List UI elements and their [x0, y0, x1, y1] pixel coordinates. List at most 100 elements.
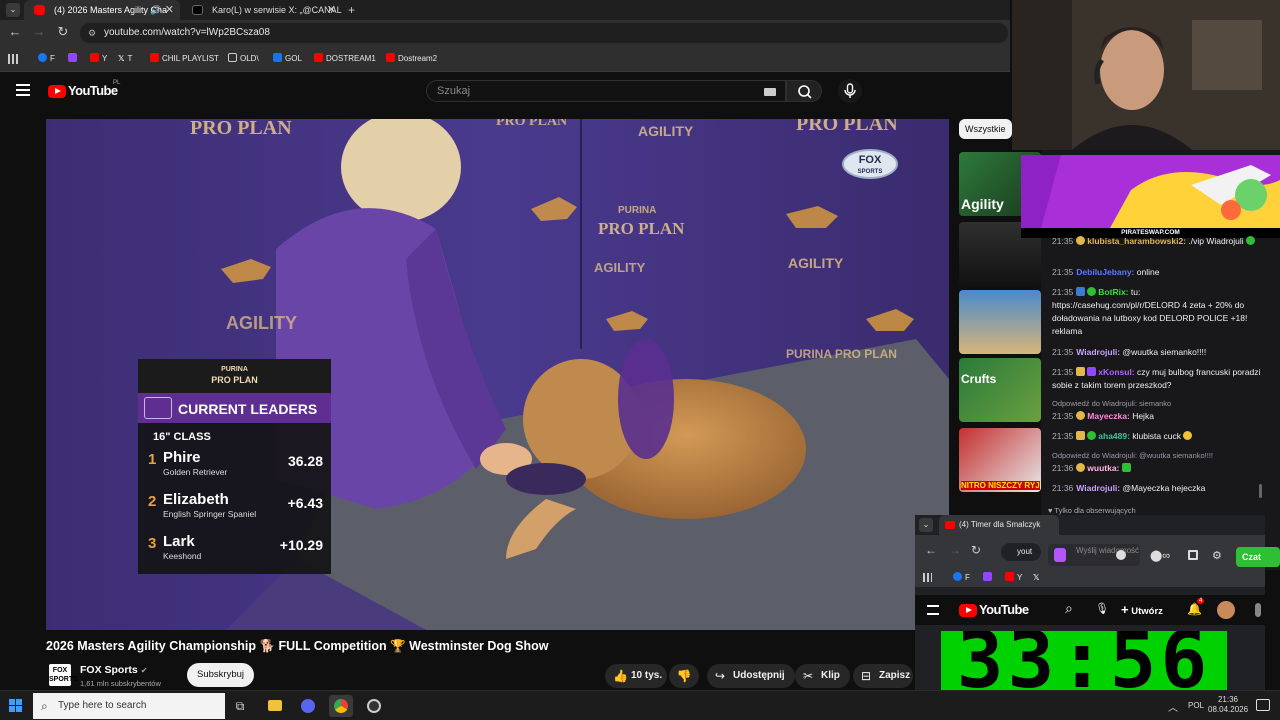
share-button[interactable]: ↪ Udostępnij	[707, 664, 795, 688]
emote-picker-icon[interactable]	[1054, 548, 1066, 562]
plus-icon: +	[1121, 602, 1129, 617]
timer-youtube-header: YouTube ⌕ 🎙 + Utwórz 🔔 4	[915, 595, 1265, 625]
bookmark-x[interactable]: 𝕏T	[118, 52, 132, 66]
bookmark-chil-playlist[interactable]: CHIL PLAYLIST	[150, 52, 219, 66]
avatar[interactable]	[1217, 601, 1235, 619]
close-tab-icon[interactable]: ✕	[327, 0, 336, 20]
browser-tab-x[interactable]: Karo(L) w serwisie X: „@CANAL ✕	[182, 0, 342, 20]
close-tab-icon[interactable]: ✕	[165, 0, 174, 20]
tray-chevron-icon[interactable]: ︿	[1168, 699, 1178, 714]
search-button[interactable]	[786, 80, 822, 102]
bookmark-twitch[interactable]	[983, 571, 995, 585]
chat-username[interactable]: xKonsul:	[1098, 367, 1134, 377]
forward-arrow-icon[interactable]: →	[949, 543, 961, 557]
chat-username[interactable]: Wiadrojuli:	[1076, 483, 1120, 493]
recommended-video-thumbnail[interactable]	[959, 290, 1041, 354]
taskbar-search-input[interactable]: ⌕ Type here to search	[33, 693, 225, 719]
chat-username[interactable]: BotRix:	[1098, 287, 1128, 297]
subscribe-button[interactable]: Subskrybuj	[187, 663, 254, 687]
bits-icon[interactable]: ⬤∞	[1150, 549, 1170, 562]
scrollbar[interactable]	[1255, 603, 1261, 617]
thumbs-down-icon: 👎	[676, 669, 692, 683]
promo-banner[interactable]	[1021, 155, 1280, 228]
dislike-button[interactable]: 👎	[669, 664, 699, 688]
verified-badge-icon	[1087, 431, 1097, 440]
backdrop-logo: PRO PLAN	[796, 119, 898, 135]
save-button[interactable]: ⊟ Zapisz	[853, 664, 913, 688]
file-explorer-icon[interactable]	[263, 695, 287, 717]
timer-tab[interactable]: (4) Timer dla Smalczyk	[939, 515, 1059, 535]
apps-grid-icon[interactable]	[8, 54, 18, 64]
leader-rank: 2	[148, 493, 157, 510]
facebook-icon	[38, 53, 47, 62]
site-info-icon[interactable]: ⚙	[88, 23, 96, 43]
chrome-icon[interactable]	[329, 695, 353, 717]
chat-username[interactable]: Wiadrojuli:	[1076, 347, 1120, 357]
thumbs-up-icon: 👍	[613, 669, 628, 683]
apps-grid-icon[interactable]	[923, 573, 932, 582]
bookmark-dostream2[interactable]: Dostream2	[386, 52, 437, 66]
like-button[interactable]: 👍 10 tys.	[605, 664, 667, 688]
folder-icon	[228, 53, 237, 62]
hamburger-menu-icon[interactable]	[927, 605, 939, 615]
create-button[interactable]: + Utwórz	[1121, 602, 1163, 617]
timer-url-field[interactable]: yout	[1001, 543, 1041, 561]
chat-message-input[interactable]: Wyślij wiadomość	[1048, 544, 1140, 566]
chat-username[interactable]: DebiluJebany:	[1076, 267, 1134, 277]
keyboard-language[interactable]: POL	[1188, 701, 1204, 710]
channel-name[interactable]: FOX Sports ✔	[80, 664, 147, 676]
new-tab-button[interactable]: +	[348, 0, 355, 20]
notifications-bell-icon[interactable]: 🔔	[1187, 602, 1202, 616]
task-view-icon[interactable]: ⧉	[228, 695, 252, 717]
bookmark-youtube[interactable]: Y	[1005, 571, 1022, 585]
notifications-icon[interactable]	[1256, 699, 1270, 711]
chat-text: ./vip Wiadrojuli	[1188, 236, 1244, 246]
search-icon[interactable]: ⌕	[1065, 600, 1073, 617]
chat-scrollbar[interactable]	[1259, 484, 1262, 498]
bookmark-youtube[interactable]: Y	[90, 52, 107, 66]
reload-icon[interactable]: ↻	[971, 543, 981, 557]
back-arrow-icon[interactable]: ←	[6, 24, 24, 39]
chat-username[interactable]: klubista_harambowski2:	[1087, 236, 1186, 246]
keyboard-icon[interactable]	[764, 88, 776, 96]
url-field[interactable]: ⚙ youtube.com/watch?v=lWp2BCsza08	[80, 23, 1008, 43]
bookmark-twitch[interactable]	[68, 52, 80, 66]
chat-send-button[interactable]: Czat	[1236, 547, 1280, 567]
bookmark-gol[interactable]: GOL	[273, 52, 302, 66]
recommended-video-thumbnail[interactable]: Crufts	[959, 358, 1041, 422]
tab-list-dropdown-icon[interactable]: ⌄	[919, 518, 933, 532]
verified-icon: ✔	[140, 666, 148, 675]
clock[interactable]: 21:36 08.04.2026	[1208, 695, 1248, 715]
recommended-video-thumbnail[interactable]: NITRO NISZCZY RYJ	[959, 428, 1041, 492]
microphone-icon[interactable]: 🎙	[1095, 602, 1109, 615]
voice-search-button[interactable]	[838, 79, 862, 103]
bookmark-x[interactable]: 𝕏	[1033, 571, 1039, 585]
back-arrow-icon[interactable]: ←	[925, 543, 937, 557]
search-input[interactable]: Szukaj	[426, 80, 786, 102]
chat-username[interactable]: wuutka:	[1087, 463, 1119, 473]
bookmark-facebook[interactable]: F	[953, 571, 970, 585]
store-icon[interactable]	[1188, 550, 1198, 560]
chat-text: @Mayeczka hejeczka	[1122, 483, 1206, 493]
bookmark-facebook[interactable]: F	[38, 52, 55, 66]
video-player[interactable]: PRO PLAN PRO PLAN PRO PLAN AGILITY PURIN…	[46, 119, 949, 630]
clip-button[interactable]: ✂ Klip	[795, 664, 850, 688]
speaker-icon[interactable]: 🔊	[150, 0, 161, 20]
bookmark-old-folder[interactable]: OLD\	[228, 52, 259, 66]
browser-tab-youtube[interactable]: (4) 2026 Masters Agility Cha 🔊 ✕	[24, 0, 180, 20]
windows-start-icon[interactable]	[9, 699, 23, 713]
hamburger-menu-icon[interactable]	[16, 84, 30, 96]
smiley-icon[interactable]	[1116, 550, 1126, 560]
tab-list-dropdown-icon[interactable]: ⌄	[6, 3, 20, 17]
masters-agility-logo	[144, 397, 172, 419]
channel-avatar[interactable]: FOX SPORTS	[49, 664, 78, 686]
chat-username[interactable]: aha489:	[1098, 431, 1130, 441]
obs-icon[interactable]	[362, 695, 386, 717]
chat-settings-icon[interactable]: ⚙	[1212, 549, 1222, 562]
forward-arrow-icon[interactable]: →	[30, 24, 48, 39]
bookmark-dostream1[interactable]: DOSTREAM1	[314, 52, 376, 66]
discord-icon[interactable]	[296, 695, 320, 717]
chat-username[interactable]: Mayeczka:	[1087, 411, 1130, 421]
filter-chip-all[interactable]: Wszystkie	[959, 119, 1012, 139]
reload-icon[interactable]: ↻	[54, 24, 72, 40]
